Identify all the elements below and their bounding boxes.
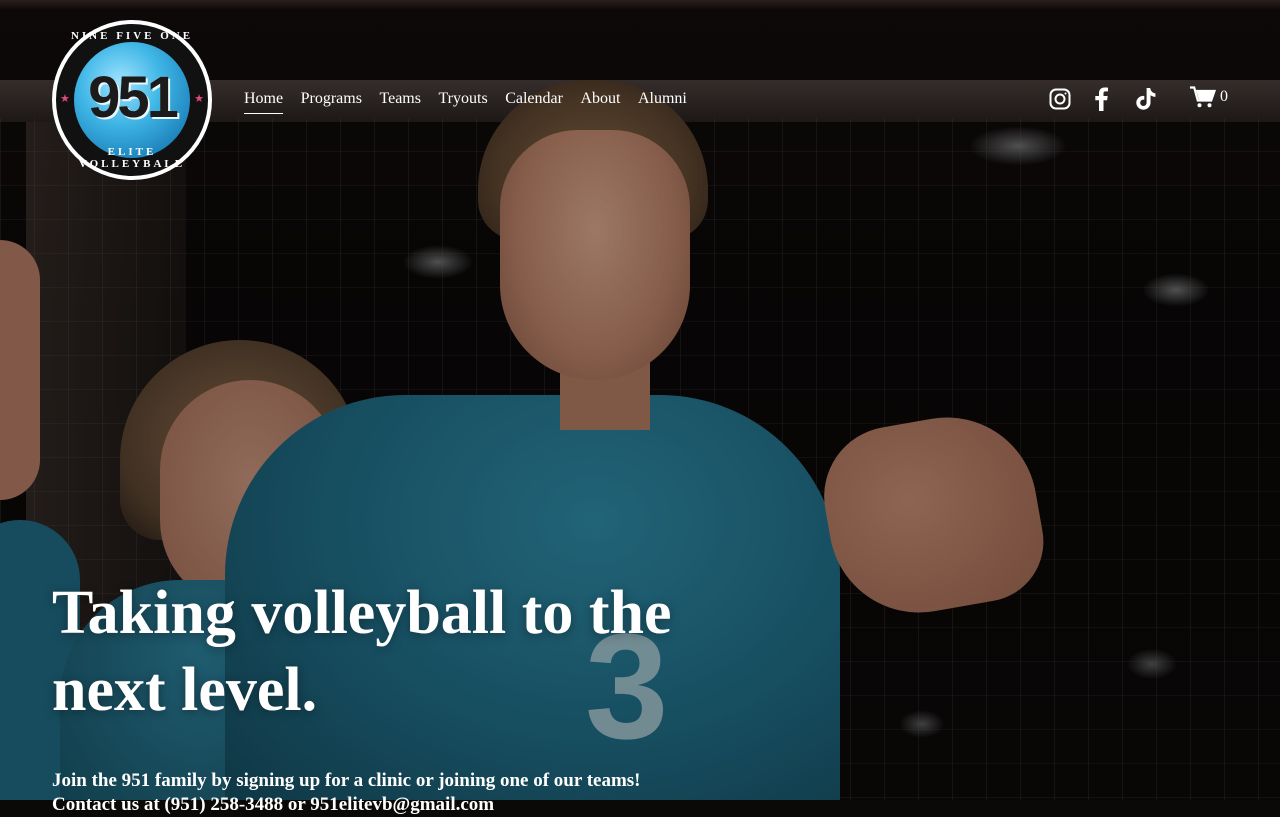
hero-subtext-line-1: Join the 951 family by signing up for a … — [52, 770, 641, 791]
cart-count: 0 — [1220, 88, 1228, 105]
nav-teams[interactable]: Teams — [379, 89, 421, 114]
hero-headline-line-1: Taking volleyball to the — [52, 579, 672, 647]
nav-about[interactable]: About — [580, 89, 620, 114]
nav-programs[interactable]: Programs — [301, 89, 362, 114]
logo-number: 951 — [88, 65, 179, 130]
hero-subtext: Join the 951 family by signing up for a … — [52, 769, 812, 817]
hero-subtext-line-2: Contact us at (951) 258-3488 or 951elite… — [52, 794, 495, 815]
site-header: NINE FIVE ONE ★ ★ 951 ELITE VOLLEYBALL H… — [0, 0, 1280, 200]
site-logo[interactable]: NINE FIVE ONE ★ ★ 951 ELITE VOLLEYBALL — [52, 20, 212, 180]
logo-bottom-text: ELITE VOLLEYBALL — [78, 146, 186, 170]
nav-tryouts[interactable]: Tryouts — [438, 89, 487, 114]
hero-content: Taking volleyball to the next level. Joi… — [52, 575, 812, 817]
hero-headline: Taking volleyball to the next level. — [52, 575, 812, 729]
main-nav: Home Programs Teams Tryouts Calendar Abo… — [244, 89, 704, 114]
hero-headline-line-2: next level. — [52, 656, 318, 724]
facebook-icon[interactable] — [1094, 86, 1108, 112]
logo-top-text: NINE FIVE ONE — [70, 30, 194, 42]
nav-alumni[interactable]: Alumni — [638, 89, 687, 114]
cart-icon — [1190, 86, 1216, 108]
cart-button[interactable]: 0 — [1190, 86, 1228, 108]
nav-calendar[interactable]: Calendar — [505, 89, 563, 114]
instagram-icon[interactable] — [1049, 86, 1071, 112]
tiktok-icon[interactable] — [1136, 86, 1156, 112]
nav-home[interactable]: Home — [244, 89, 284, 114]
